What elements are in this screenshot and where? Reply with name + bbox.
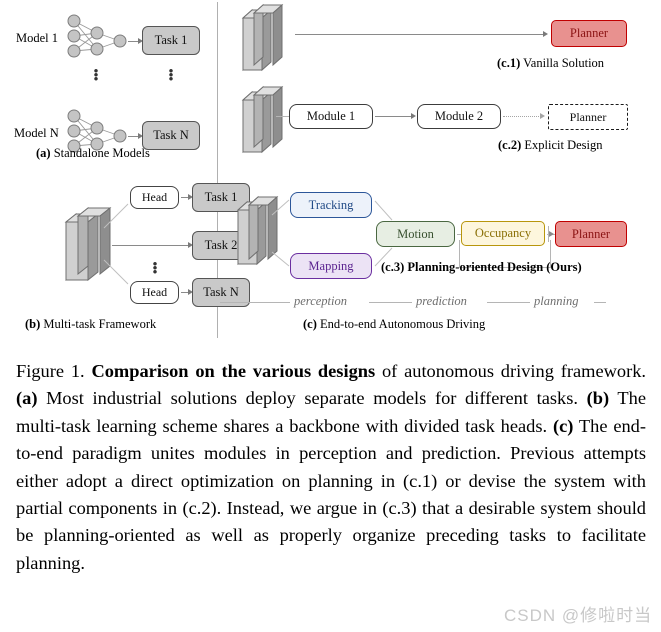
mapping-box[interactable]: Mapping (290, 253, 372, 279)
figure-caption: Figure 1. Comparison on the various desi… (16, 358, 646, 577)
caption-figure-number: Figure 1. (16, 361, 85, 381)
phase-perception-label: perception (294, 294, 347, 308)
panel-c3-caption-text: Planning-oriented Design (Ours) (407, 260, 582, 274)
figure-diagram: Model 1 Model N Task 1 Task N • • • • • … (0, 0, 661, 345)
motion-box[interactable]: Motion (376, 221, 455, 247)
motion-label: Motion (397, 226, 434, 241)
caption-bold-title: Comparison on the various designs (91, 361, 376, 381)
panel-c-caption: (c) End-to-end Autonomous Driving (303, 317, 485, 332)
caption-body-4: The end-to-end paradigm unites modules i… (16, 415, 646, 573)
phase-line-4 (594, 302, 606, 303)
caption-tag-a: (a) (16, 388, 38, 409)
occupancy-label: Occupancy (474, 226, 532, 240)
mapping-label: Mapping (308, 258, 354, 273)
arrow-head-c3-planner (549, 230, 554, 237)
planner-label-c3: Planner (571, 226, 611, 241)
phase-line-1 (220, 302, 290, 303)
phase-prediction-label: prediction (416, 294, 467, 308)
phase-line-3 (487, 302, 530, 303)
phase-line-2 (369, 302, 412, 303)
panel-c3-caption-tag: (c.3) (381, 260, 405, 274)
tracking-box[interactable]: Tracking (290, 192, 372, 218)
panel-c-caption-tag: (c) (303, 317, 317, 331)
caption-tag-b: (b) (586, 388, 610, 409)
csdn-watermark: CSDN @修啦时当 (504, 606, 653, 625)
occupancy-box[interactable]: Occupancy (461, 221, 545, 246)
planner-box-c3[interactable]: Planner (555, 221, 627, 247)
panel-c3-caption: (c.3) Planning-oriented Design (Ours) (381, 260, 582, 275)
tracking-label: Tracking (308, 197, 354, 212)
caption-tag-c: (c) (552, 415, 574, 436)
phase-planning-label: planning (534, 294, 579, 308)
caption-body-2: Most industrial solutions deploy separat… (37, 388, 587, 409)
panel-c-caption-text: End-to-end Autonomous Driving (320, 317, 486, 331)
caption-body-1: of autonomous driving framework. (375, 361, 647, 381)
